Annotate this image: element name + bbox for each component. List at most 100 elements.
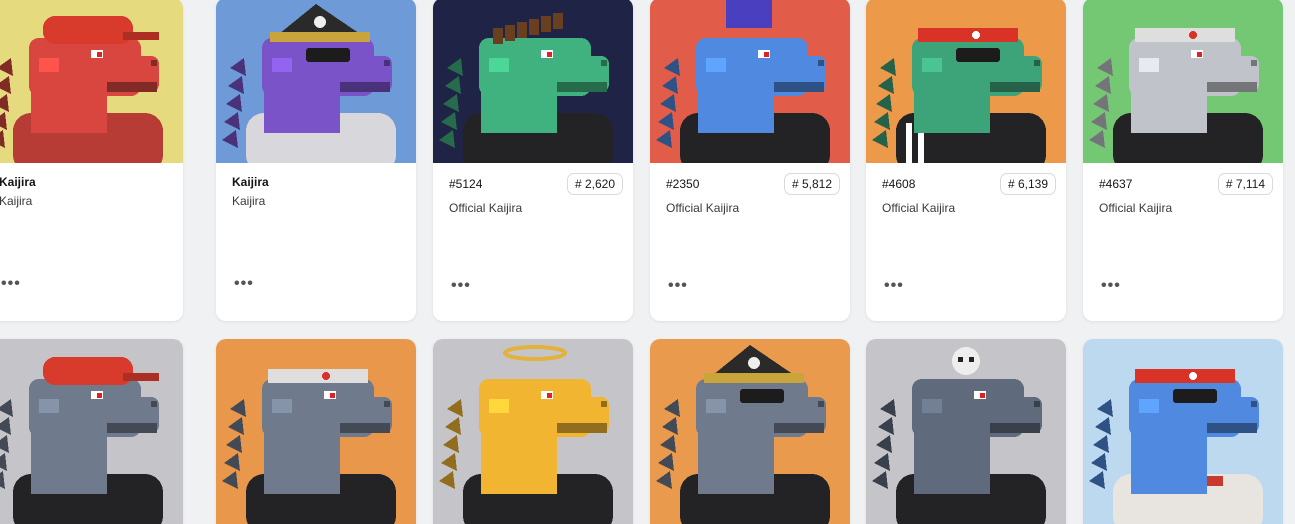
skull-hat <box>952 347 980 375</box>
nft-collection: Official Kaijira <box>882 201 956 215</box>
more-options-icon[interactable]: ••• <box>884 277 904 295</box>
dreadlock <box>505 25 515 41</box>
hat-trim <box>270 32 370 42</box>
nft-image[interactable] <box>433 0 633 163</box>
bandana-emblem <box>972 31 980 39</box>
nft-collection: Kaijira <box>0 194 33 208</box>
dreadlock <box>517 22 527 38</box>
more-options-icon[interactable]: ••• <box>1101 277 1121 295</box>
nostril <box>818 401 824 407</box>
jaw <box>1207 82 1257 92</box>
cheek <box>706 399 726 413</box>
nostril <box>601 60 607 66</box>
nft-image[interactable] <box>0 339 183 524</box>
nft-card[interactable]: #5124 # 2,620 Official Kaijira ••• <box>433 0 633 321</box>
bandana-emblem <box>1189 31 1197 39</box>
nft-image[interactable] <box>1083 339 1283 524</box>
rarity-rank-badge: # 6,139 <box>999 173 1056 195</box>
cap <box>43 357 133 385</box>
nft-card[interactable] <box>216 339 416 524</box>
sunglasses <box>740 389 784 403</box>
nft-image[interactable] <box>866 0 1066 163</box>
skull-emblem <box>314 16 326 28</box>
jaw <box>774 423 824 433</box>
nft-card[interactable]: #4608 # 6,139 Official Kaijira ••• <box>866 0 1066 321</box>
nft-card[interactable] <box>650 339 850 524</box>
nft-title: Kaijira <box>232 175 269 189</box>
nft-image[interactable] <box>650 0 850 163</box>
bandana-emblem <box>322 372 330 380</box>
kaiju-avatar <box>0 339 183 524</box>
nft-card[interactable]: Kaijira Kaijira ••• <box>216 0 416 321</box>
bandana <box>918 28 1018 42</box>
nft-card[interactable]: #4637 # 7,114 Official Kaijira ••• <box>1083 0 1283 321</box>
more-options-icon[interactable]: ••• <box>668 277 688 295</box>
nostril <box>601 401 607 407</box>
more-options-icon[interactable]: ••• <box>234 275 254 293</box>
jaw <box>557 82 607 92</box>
nft-card[interactable] <box>433 339 633 524</box>
skull-eye <box>958 357 963 362</box>
dreadlock <box>541 16 551 32</box>
nostril <box>818 60 824 66</box>
kaiju-avatar <box>433 339 633 524</box>
skull-eye <box>969 357 974 362</box>
cheek <box>489 58 509 72</box>
bandana-emblem <box>1189 372 1197 380</box>
nft-card[interactable]: #2350 # 5,812 Official Kaijira ••• <box>650 0 850 321</box>
more-options-icon[interactable]: ••• <box>451 277 471 295</box>
cap-brim <box>123 32 159 40</box>
jaw <box>1207 423 1257 433</box>
nft-collection: Kaijira <box>232 194 266 208</box>
cheek <box>922 399 942 413</box>
kaiju-avatar <box>216 339 416 524</box>
jaw <box>774 82 824 92</box>
nft-image[interactable] <box>1083 0 1283 163</box>
kaiju-avatar <box>650 339 850 524</box>
sunglasses <box>956 48 1000 62</box>
more-options-icon[interactable]: ••• <box>1 275 21 293</box>
jaw <box>990 82 1040 92</box>
nostril <box>1251 60 1257 66</box>
pupil <box>97 393 102 398</box>
nft-image[interactable] <box>216 339 416 524</box>
pupil <box>764 52 769 57</box>
nft-image[interactable] <box>0 0 183 163</box>
nft-image[interactable] <box>216 0 416 163</box>
nft-token-id: #4608 <box>882 177 916 191</box>
cheek <box>272 58 292 72</box>
hat-trim <box>704 373 804 383</box>
pupil <box>97 52 102 57</box>
dreadlock <box>553 13 563 29</box>
nft-card[interactable] <box>0 339 183 524</box>
cheek <box>922 58 942 72</box>
nostril <box>384 401 390 407</box>
nft-token-id: #5124 <box>449 177 483 191</box>
kaiju-avatar <box>866 0 1066 163</box>
jaw <box>340 423 390 433</box>
kaiju-avatar <box>1083 0 1283 163</box>
nft-image[interactable] <box>866 339 1066 524</box>
kaiju-avatar <box>216 0 416 163</box>
bandana <box>1135 28 1235 42</box>
kaiju-avatar <box>650 0 850 163</box>
nft-card[interactable]: Kaijira Kaijira ••• <box>0 0 183 321</box>
dreadlock <box>493 28 503 44</box>
nft-image[interactable] <box>433 339 633 524</box>
rarity-rank-badge: # 5,812 <box>783 173 840 195</box>
bandana <box>1135 369 1235 383</box>
nft-image[interactable] <box>650 339 850 524</box>
cheek <box>489 399 509 413</box>
nft-collection: Official Kaijira <box>449 201 523 215</box>
pupil <box>980 393 985 398</box>
nostril <box>151 401 157 407</box>
cheek <box>706 58 726 72</box>
cheek <box>1139 399 1159 413</box>
nostril <box>1251 401 1257 407</box>
nft-card[interactable] <box>866 339 1066 524</box>
cheek <box>39 399 59 413</box>
crown <box>726 0 772 28</box>
nostril <box>151 60 157 66</box>
nft-card[interactable] <box>1083 339 1283 524</box>
kaiju-avatar <box>866 339 1066 524</box>
